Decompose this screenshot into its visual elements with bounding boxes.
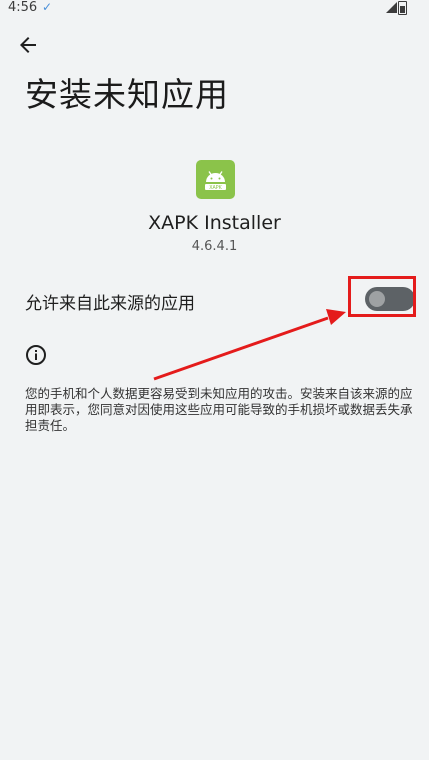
signal-icon [386, 2, 397, 13]
app-name: XAPK Installer [148, 212, 281, 234]
status-time: 4:56 [8, 0, 38, 15]
battery-icon [398, 1, 407, 15]
back-arrow-icon[interactable] [16, 33, 40, 57]
risk-notice: 您的手机和个人数据更容易受到未知应用的攻击。安装来自该来源的应用即表示，您同意对… [25, 386, 413, 433]
app-version: 4.6.4.1 [191, 239, 238, 254]
status-bar: 4:56 ✓ [0, 0, 429, 18]
info-icon [26, 345, 46, 365]
app-icon: XAPK [196, 160, 235, 199]
page-title: 安装未知应用 [25, 75, 229, 114]
android-icon: XAPK [205, 171, 226, 191]
allow-source-label[interactable]: 允许来自此来源的应用 [25, 289, 195, 314]
check-icon: ✓ [42, 0, 53, 14]
app-icon-text: XAPK [209, 185, 222, 191]
annotation-highlight-box [348, 276, 416, 317]
